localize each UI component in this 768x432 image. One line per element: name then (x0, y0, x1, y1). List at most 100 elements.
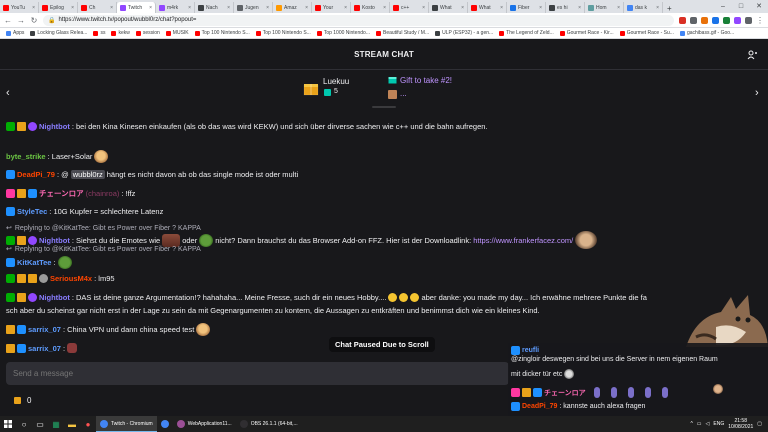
tab-close-icon[interactable]: × (344, 5, 347, 11)
browser-tab[interactable]: m4rk × (156, 2, 195, 13)
chat-username[interactable]: Nightbot (39, 293, 70, 302)
chat-username[interactable]: KitKatTee (17, 258, 51, 267)
reply-context[interactable]: ↩ Replying to @KitKatTee: Gibt es Power … (6, 245, 201, 254)
task-view-icon[interactable]: ▭ (32, 416, 48, 432)
bookmark-item[interactable]: kekw (111, 30, 130, 36)
tab-close-icon[interactable]: × (227, 5, 230, 11)
taskbar-app[interactable] (157, 416, 173, 432)
windows-start-icon[interactable] (0, 416, 16, 432)
browser-tab[interactable]: das k × (624, 2, 663, 13)
bookmark-item[interactable]: ULP (ESP32) - a gen... (435, 30, 493, 36)
browser-tab[interactable]: Nach × (195, 2, 234, 13)
chat-username[interactable]: byte_strike (6, 152, 46, 161)
taskbar-app[interactable]: OBS 26.1.1 (64-bit,... (236, 416, 302, 432)
tab-close-icon[interactable]: × (539, 5, 542, 11)
maximize-button[interactable]: □ (732, 0, 750, 13)
tab-close-icon[interactable]: × (617, 5, 620, 11)
mention-chip[interactable]: wubbl0rz (70, 170, 105, 179)
gift-to-take-label[interactable]: Gift to take #2! (400, 76, 452, 85)
bookmark-item[interactable]: Top 1000 Nintendo... (316, 30, 370, 36)
reload-icon[interactable]: ↻ (30, 16, 38, 25)
chat-username[interactable]: DeadPi_79 (17, 170, 55, 179)
tab-close-icon[interactable]: × (500, 5, 503, 11)
tab-close-icon[interactable]: × (149, 5, 152, 11)
profile-icon[interactable] (745, 16, 752, 24)
tab-close-icon[interactable]: × (656, 5, 659, 11)
browser-tab[interactable]: Epilog × (39, 2, 78, 13)
forward-arrow-icon[interactable]: → (17, 16, 25, 25)
extension-icon[interactable] (723, 16, 730, 24)
bookmark-item[interactable]: Top 100 Nintendo S... (255, 30, 311, 36)
close-window-button[interactable]: ✕ (750, 0, 768, 13)
new-tab-button[interactable]: + (663, 4, 676, 13)
extension-icon[interactable] (679, 16, 686, 24)
browser-tab[interactable]: Ch × (78, 2, 117, 13)
menu-kebab-icon[interactable]: ⋮ (756, 16, 764, 25)
browser-tab[interactable]: es hi × (546, 2, 585, 13)
browser-tab[interactable]: What × (429, 2, 468, 13)
browser-tab[interactable]: Amaz × (273, 2, 312, 13)
emote-pepe-icon[interactable] (199, 233, 214, 247)
notifications-icon[interactable]: ▢ (757, 421, 762, 427)
ffz-link[interactable]: https://www.frankerfacez.com/ (473, 236, 573, 245)
chevron-right-icon[interactable]: › (755, 87, 759, 99)
chevron-left-icon[interactable]: ‹ (6, 87, 10, 99)
search-icon[interactable]: ○ (16, 416, 32, 432)
emote-face-icon[interactable] (94, 150, 109, 163)
browser-tab[interactable]: Kosto × (351, 2, 390, 13)
tab-close-icon[interactable]: × (110, 5, 113, 11)
bookmark-item[interactable]: Beautiful Study / M... (375, 30, 429, 36)
users-icon[interactable] (747, 50, 758, 60)
taskbar-app[interactable]: Twitch - Chromium (96, 416, 157, 432)
browser-tab[interactable]: What × (468, 2, 507, 13)
emote-smile-icon[interactable] (399, 293, 409, 302)
browser-tab[interactable]: Fiber × (507, 2, 546, 13)
tab-close-icon[interactable]: × (71, 5, 74, 11)
language-indicator[interactable]: ENG (713, 421, 724, 427)
bookmark-item[interactable]: gachibass.gif - Goo... (679, 30, 734, 36)
extension-icon[interactable] (734, 16, 741, 24)
channel-points-icon[interactable] (14, 397, 21, 404)
taskbar-app[interactable]: WebApplication11... (173, 416, 236, 432)
bookmark-item[interactable]: Gourmet Race - Su... (619, 30, 674, 36)
browser-tab[interactable]: Jugen × (234, 2, 273, 13)
chat-username[interactable]: sarrix_07 (28, 325, 61, 334)
chat-username[interactable]: SeriousM4x (50, 274, 92, 283)
bookmark-item[interactable]: MUSIK (165, 30, 189, 36)
tab-close-icon[interactable]: × (305, 5, 308, 11)
bookmark-item[interactable]: ss (93, 30, 105, 36)
clock[interactable]: 21:58 10/08/2021 (728, 418, 753, 430)
browser-tab[interactable]: c++ × (390, 2, 429, 13)
app-icon[interactable]: ● (80, 416, 96, 432)
emote-pepe-icon[interactable] (57, 256, 72, 269)
chat-username[interactable]: sarrix_07 (28, 344, 61, 353)
bookmark-item[interactable]: Top 100 Nintendo S... (194, 30, 250, 36)
tab-close-icon[interactable]: × (422, 5, 425, 11)
chat-username[interactable]: チェーンロア (39, 188, 84, 199)
chat-username[interactable]: StyleTec (17, 207, 47, 216)
emote-dog-icon[interactable] (575, 231, 598, 249)
emote-face-icon[interactable] (196, 323, 211, 336)
url-field[interactable]: 🔒 https://www.twitch.tv/popout/wubbl0rz/… (43, 14, 674, 26)
emote-smile-icon[interactable] (388, 293, 398, 302)
sub-gifter-name[interactable]: Luekuu (323, 77, 349, 86)
volume-icon[interactable]: ◁ (706, 421, 710, 427)
bookmark-item[interactable]: Apps (6, 30, 24, 36)
chat-input-box[interactable] (6, 362, 509, 385)
network-icon[interactable]: ▭ (697, 421, 702, 427)
browser-tab[interactable]: Hom × (585, 2, 624, 13)
tab-close-icon[interactable]: × (578, 5, 581, 11)
emote-icon[interactable] (67, 343, 78, 353)
chat-input[interactable] (13, 369, 502, 378)
emote-smile-icon[interactable] (410, 293, 420, 302)
bookmark-item[interactable]: session (135, 30, 160, 36)
minimize-button[interactable]: – (714, 0, 732, 13)
tab-close-icon[interactable]: × (266, 5, 269, 11)
browser-tab[interactable]: YouTu × (0, 2, 39, 13)
extension-icon[interactable] (712, 16, 719, 24)
extension-icon[interactable] (701, 16, 708, 24)
bookmark-item[interactable]: The Legend of Zeld... (499, 30, 554, 36)
chat-username[interactable]: Nightbot (39, 122, 70, 131)
extension-icon[interactable] (690, 16, 697, 24)
bookmark-item[interactable]: Gourmet Race - Kir... (559, 30, 614, 36)
